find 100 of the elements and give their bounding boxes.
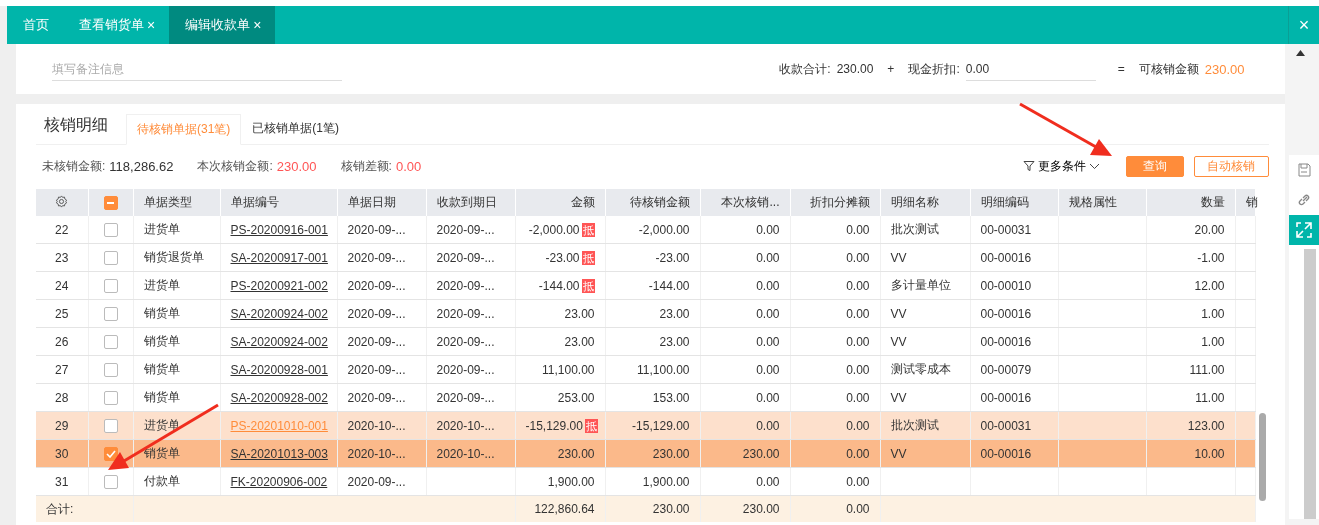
row-checkbox[interactable] bbox=[103, 390, 118, 405]
expand-icon[interactable] bbox=[1296, 222, 1312, 238]
table-cell: 2020-10-... bbox=[426, 439, 515, 468]
total-cell: 230.00 bbox=[700, 495, 790, 522]
available-amount-label: 可核销金额 bbox=[1138, 60, 1199, 78]
document-link[interactable]: PS-20200921-002 bbox=[230, 278, 328, 293]
table-cell: 0.00 bbox=[700, 243, 790, 272]
table-cell: 进货单 bbox=[133, 271, 220, 300]
row-checkbox[interactable] bbox=[103, 446, 118, 461]
table-cell: 销货单 bbox=[133, 327, 220, 356]
offset-badge: 抵 bbox=[584, 418, 598, 433]
table-cell: 0.00 bbox=[790, 243, 880, 272]
column-header: 单据类型 bbox=[133, 189, 220, 216]
column-header: 金额 bbox=[515, 189, 605, 216]
table-cell: 进货单 bbox=[133, 411, 220, 440]
table-cell: 销货单 bbox=[133, 439, 220, 468]
row-checkbox[interactable] bbox=[103, 306, 118, 321]
table-cell: 10.00 bbox=[1146, 439, 1235, 468]
table-cell: 1,900.00 bbox=[605, 467, 700, 496]
table-cell: -2,000.00 bbox=[528, 222, 580, 237]
table-cell: 00-00031 bbox=[970, 411, 1058, 440]
table-cell: VV bbox=[880, 439, 970, 468]
scroll-up-icon[interactable] bbox=[1295, 50, 1305, 56]
table-cell: 2020-09-... bbox=[337, 271, 426, 300]
table-cell: 00-00016 bbox=[970, 327, 1058, 356]
document-link[interactable]: SA-20200924-002 bbox=[230, 306, 328, 321]
total-cell: 122,860.64 bbox=[515, 495, 605, 522]
table-cell: 0.00 bbox=[700, 299, 790, 328]
document-link[interactable]: SA-20200928-002 bbox=[230, 390, 328, 405]
table-cell: 2020-09-... bbox=[337, 327, 426, 356]
table-cell: VV bbox=[880, 383, 970, 412]
table-cell: 11,100.00 bbox=[542, 362, 595, 377]
row-checkbox[interactable] bbox=[103, 222, 118, 237]
receipt-total-label: 收款合计: bbox=[779, 60, 831, 78]
table-cell: 1,900.00 bbox=[547, 474, 595, 489]
equals-sign: = bbox=[1117, 62, 1125, 76]
table-cell: 批次测试 bbox=[880, 216, 970, 244]
row-checkbox[interactable] bbox=[103, 278, 118, 293]
table-cell: 0.00 bbox=[700, 355, 790, 384]
cash-discount-field[interactable]: 0.00 bbox=[965, 57, 1096, 81]
offset-badge: 抵 bbox=[581, 278, 595, 293]
row-checkbox[interactable] bbox=[103, 418, 118, 433]
row-checkbox[interactable] bbox=[103, 250, 118, 265]
document-link[interactable]: SA-20201013-003 bbox=[230, 446, 328, 461]
expand-tool[interactable] bbox=[1288, 215, 1319, 245]
row-number: 27 bbox=[36, 355, 88, 384]
table-cell: 2020-09-... bbox=[426, 327, 515, 356]
row-number: 30 bbox=[36, 439, 88, 468]
table-cell: 00-00016 bbox=[970, 439, 1058, 468]
table-cell: 23.00 bbox=[564, 334, 595, 349]
stat-value: 0.00 bbox=[395, 158, 422, 174]
table-cell: 付款单 bbox=[133, 467, 220, 496]
document-link[interactable]: SA-20200928-001 bbox=[230, 362, 328, 377]
save-icon[interactable] bbox=[1297, 163, 1311, 177]
table-cell: 2020-10-... bbox=[426, 411, 515, 440]
table-cell: 23.00 bbox=[605, 327, 700, 356]
link-icon[interactable] bbox=[1297, 193, 1311, 207]
document-link[interactable]: PS-20200916-001 bbox=[230, 222, 328, 237]
table-cell: 2020-09-... bbox=[337, 299, 426, 328]
table-cell: 0.00 bbox=[700, 271, 790, 300]
filter-icon bbox=[1022, 160, 1035, 172]
chevron-down-icon bbox=[1088, 162, 1100, 170]
table-cell: 销货单 bbox=[133, 383, 220, 412]
select-all-checkbox[interactable] bbox=[103, 195, 118, 210]
table-cell: 0.00 bbox=[700, 327, 790, 356]
table-cell: -144.00 bbox=[538, 278, 580, 293]
document-link[interactable]: SA-20200924-002 bbox=[230, 334, 328, 349]
scrollbar-track[interactable] bbox=[1303, 249, 1316, 519]
column-settings-header[interactable] bbox=[36, 189, 88, 216]
table-cell: 0.00 bbox=[790, 355, 880, 384]
column-header: 明细名称 bbox=[880, 189, 970, 216]
settings-icon[interactable] bbox=[55, 194, 69, 208]
row-checkbox[interactable] bbox=[103, 334, 118, 349]
table-cell: 2020-09-... bbox=[426, 355, 515, 384]
row-checkbox[interactable] bbox=[103, 362, 118, 377]
scrollbar-thumb[interactable] bbox=[1258, 413, 1266, 501]
stat-label: 核销差额: bbox=[340, 157, 392, 175]
table-cell: 00-00016 bbox=[970, 299, 1058, 328]
document-link[interactable]: SA-20200917-001 bbox=[230, 250, 328, 265]
table-cell: 253.00 bbox=[557, 390, 595, 405]
document-link[interactable]: FK-20200906-002 bbox=[230, 474, 328, 489]
column-header: 单据日期 bbox=[337, 189, 426, 216]
table-cell: 0.00 bbox=[790, 467, 880, 496]
table-cell: 2020-09-... bbox=[337, 355, 426, 384]
table-cell: 00-00031 bbox=[970, 216, 1058, 244]
table-cell: -15,129.00 bbox=[525, 418, 583, 433]
total-label: 合计: bbox=[36, 495, 133, 522]
tab[interactable]: 编辑收款单 × bbox=[169, 6, 276, 44]
column-header: 本次核销... bbox=[700, 189, 790, 216]
more-filters-button[interactable]: 更多条件 bbox=[1016, 156, 1106, 176]
table-cell: 2020-09-... bbox=[337, 467, 426, 496]
table-cell: 销货单 bbox=[133, 299, 220, 328]
table-cell: 销货退货单 bbox=[133, 243, 220, 272]
table-cell: 0.00 bbox=[790, 216, 880, 244]
column-header: 销 bbox=[1235, 189, 1255, 216]
row-number: 22 bbox=[36, 216, 88, 244]
row-checkbox[interactable] bbox=[103, 474, 118, 489]
remark-field[interactable]: 填写备注信息 bbox=[52, 57, 342, 81]
table-cell: 测试零成本 bbox=[880, 355, 970, 384]
table-cell: 123.00 bbox=[1146, 411, 1235, 440]
